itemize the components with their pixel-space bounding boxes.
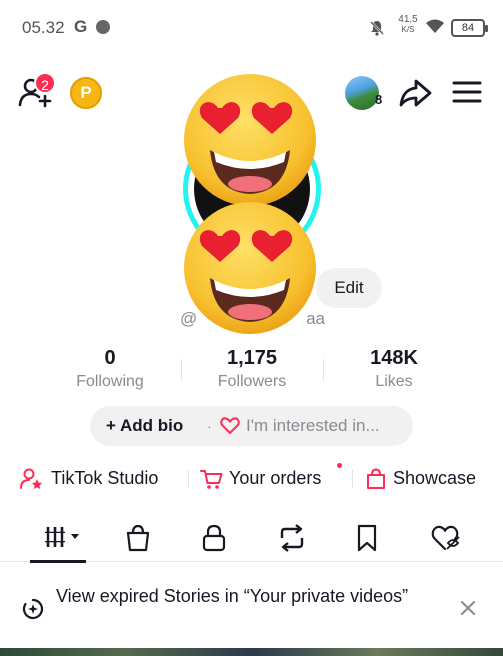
bio-separator: · bbox=[207, 418, 212, 434]
stat-likes[interactable]: 148K Likes bbox=[324, 345, 464, 393]
bookmark-icon bbox=[357, 524, 377, 552]
accounts-count: 8 bbox=[375, 92, 383, 107]
active-tab-indicator bbox=[30, 560, 86, 563]
net-speed: 41,5 K/S bbox=[395, 15, 421, 35]
tab-private[interactable] bbox=[182, 512, 242, 562]
globe-icon bbox=[96, 20, 110, 34]
username-suffix: aa bbox=[306, 309, 325, 328]
showcase-button[interactable]: Showcase bbox=[365, 458, 491, 498]
bio-pill[interactable]: + Add bio · I'm interested in... bbox=[90, 406, 413, 446]
profile-stats: 0 Following 1,175 Followers 148K Likes bbox=[40, 345, 464, 395]
tiktok-studio-button[interactable]: TikTok Studio bbox=[20, 458, 180, 498]
net-speed-unit: K/S bbox=[401, 25, 415, 34]
grid-videos-icon bbox=[45, 527, 79, 547]
your-orders-button[interactable]: Your orders bbox=[200, 458, 340, 498]
your-orders-label: Your orders bbox=[229, 468, 322, 488]
notification-badge: 2 bbox=[34, 72, 56, 94]
shopping-bag-icon bbox=[367, 468, 385, 489]
heart-outline-icon bbox=[220, 417, 240, 435]
orders-notification-dot bbox=[337, 463, 342, 468]
video-grid-preview-strip bbox=[0, 648, 503, 656]
studio-person-star-icon bbox=[20, 468, 42, 489]
followers-label: Followers bbox=[217, 373, 287, 390]
likes-count: 148K bbox=[370, 347, 418, 369]
heart-eyes-emoji-sticker bbox=[184, 74, 316, 206]
bell-muted-icon bbox=[370, 21, 384, 36]
shortcut-divider bbox=[352, 470, 353, 488]
close-icon[interactable] bbox=[458, 598, 478, 618]
tab-favorites[interactable] bbox=[336, 512, 396, 562]
profile-shortcuts: TikTok Studio Your orders Showcase bbox=[0, 458, 503, 498]
tab-videos[interactable] bbox=[30, 512, 90, 563]
wifi-icon bbox=[426, 19, 444, 33]
heart-hidden-icon bbox=[431, 525, 460, 551]
stat-following[interactable]: 0 Following bbox=[40, 345, 180, 393]
menu-icon[interactable] bbox=[452, 80, 482, 104]
tab-reposts[interactable] bbox=[259, 512, 319, 562]
expired-stories-text: View expired Stories in “Your private vi… bbox=[56, 586, 409, 606]
interests-button[interactable]: I'm interested in... bbox=[246, 406, 380, 446]
coin-icon[interactable]: P bbox=[70, 77, 102, 109]
likes-label: Likes bbox=[375, 373, 413, 390]
showcase-label: Showcase bbox=[393, 468, 477, 488]
status-time: 05.32 bbox=[22, 18, 65, 37]
tiktok-studio-label: TikTok Studio bbox=[51, 468, 159, 488]
status-bar: 05.32 G 41,5 K/S 84 bbox=[0, 0, 503, 56]
google-icon: G bbox=[74, 17, 88, 36]
stat-followers[interactable]: 1,175 Followers bbox=[182, 345, 322, 393]
followers-count: 1,175 bbox=[226, 347, 278, 369]
account-switcher-avatar[interactable] bbox=[345, 76, 379, 110]
net-speed-value: 41,5 bbox=[398, 14, 418, 25]
edit-profile-button[interactable]: Edit bbox=[316, 268, 382, 308]
battery-indicator: 84 bbox=[451, 19, 488, 37]
shortcut-divider bbox=[188, 470, 189, 488]
lock-icon bbox=[202, 524, 226, 552]
expired-stories-banner[interactable]: View expired Stories in “Your private vi… bbox=[0, 570, 503, 646]
add-bio-button[interactable]: + Add bio bbox=[106, 406, 183, 446]
repost-icon bbox=[280, 524, 304, 552]
bag-icon bbox=[126, 524, 150, 552]
story-add-icon bbox=[22, 598, 44, 620]
heart-eyes-emoji-sticker bbox=[184, 202, 316, 334]
tab-shop[interactable] bbox=[106, 512, 166, 562]
profile-content-tabs bbox=[0, 512, 503, 563]
username-prefix: @ bbox=[180, 309, 198, 328]
share-icon[interactable] bbox=[398, 78, 432, 108]
following-count: 0 bbox=[104, 347, 116, 369]
following-label: Following bbox=[76, 373, 144, 390]
cart-icon bbox=[200, 470, 223, 489]
tab-liked[interactable] bbox=[413, 512, 473, 562]
